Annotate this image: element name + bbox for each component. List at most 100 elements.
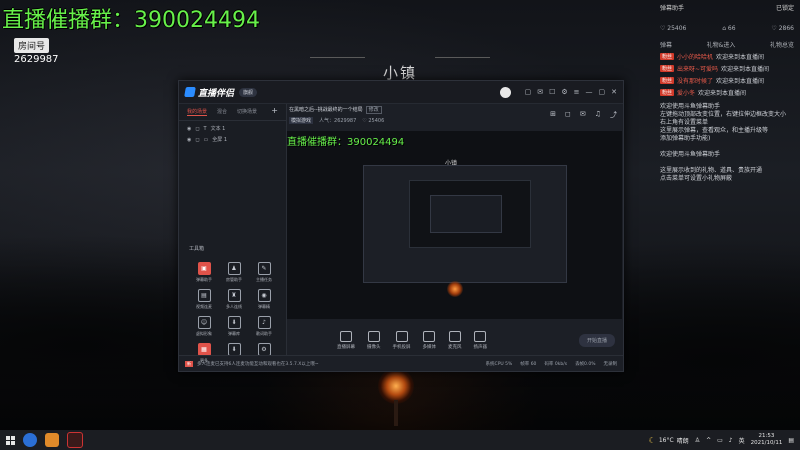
fan-badge: 粉丝 bbox=[660, 65, 675, 72]
tab-danmu[interactable]: 弹幕 bbox=[660, 40, 672, 49]
tab-switch-scene[interactable]: 切换场景 bbox=[237, 108, 257, 116]
mail-icon[interactable]: ✉ bbox=[537, 88, 543, 96]
chat-icon[interactable]: ▢ bbox=[525, 88, 532, 96]
eye-icon[interactable]: ◉ bbox=[187, 126, 191, 132]
record-icon: ◉ bbox=[257, 289, 271, 302]
category-pill[interactable]: 模拟游戏 bbox=[289, 117, 314, 124]
download-icon: ⬇ bbox=[227, 316, 241, 329]
danmu-panel-header[interactable]: 弹幕助手 已锁定 bbox=[654, 0, 800, 15]
tab-mix[interactable]: 混合 bbox=[217, 108, 227, 116]
tool-host-tasks[interactable]: ✎ 主播任务 bbox=[249, 262, 279, 283]
preview-group-overlay: 直播催播群：390024494 bbox=[287, 133, 404, 148]
app-icon[interactable] bbox=[45, 433, 59, 447]
status-message[interactable]: 多人连麦已支持6人连麦功能互动和观看也在3.5.7.X以上哦~ bbox=[197, 361, 319, 367]
task-icon: ✎ bbox=[257, 262, 271, 275]
tool-multi-connect[interactable]: ♜ 多人连线 bbox=[219, 289, 249, 310]
stat-fans: ♡ 2866 bbox=[771, 25, 794, 32]
scene-item[interactable]: ◉ ◻ T 文本 1 bbox=[179, 121, 286, 133]
add-scene-icon[interactable]: + bbox=[271, 107, 278, 116]
input-method[interactable]: 英 bbox=[739, 436, 745, 445]
video-icon: ▤ bbox=[197, 289, 211, 302]
avatar[interactable] bbox=[499, 86, 511, 98]
volume-icon[interactable]: ♪ bbox=[729, 437, 733, 444]
chevron-up-icon[interactable]: ^ bbox=[706, 437, 711, 444]
camera-button[interactable]: 摄像头 bbox=[367, 330, 381, 350]
scene-sidebar: 我的场景 混合 切换场景 + ◉ ◻ T 文本 1 ◉ ◻ ▭ 全屏 1 工具箱… bbox=[179, 104, 287, 363]
edit-title-button[interactable]: 修改 bbox=[365, 106, 382, 114]
gift-icon[interactable]: ⊞ bbox=[550, 110, 556, 120]
note-line: 左键拖动顶部改变位置，右键拉伸边框改变大小 bbox=[660, 111, 787, 118]
streaming-app-window[interactable]: 直播伴侣 旗舰 ▢ ✉ ☐ ⚙ ≡ — ▢ ✕ 我的场景 混合 切换场景 + ◉… bbox=[178, 80, 624, 372]
game-icon[interactable] bbox=[67, 432, 83, 448]
eye-icon[interactable]: ◉ bbox=[187, 137, 191, 143]
message-text: 欢迎来到本直播间 bbox=[698, 90, 747, 97]
room-number: 2629987 bbox=[14, 54, 59, 65]
screen-capture-button[interactable]: 直播屏幕 bbox=[337, 330, 355, 350]
feedback-icon[interactable]: ☐ bbox=[549, 88, 555, 96]
tool-lyrics[interactable]: ♪ 歌词助手 bbox=[249, 316, 279, 337]
bell-icon[interactable]: ♫ bbox=[595, 110, 601, 120]
metric-bitrate: 码率 0kb/s bbox=[544, 361, 568, 367]
message-user: 没有那时候了 bbox=[677, 78, 714, 85]
metric-fps: 帧率 60 bbox=[520, 361, 537, 367]
tool-danmu-helper[interactable]: ▣ 弹幕助手 bbox=[189, 262, 219, 283]
metric-record: 无录制 bbox=[603, 361, 618, 367]
fan-group-label: 直播催播群： bbox=[2, 8, 135, 33]
tab-my-scenes[interactable]: 我的场景 bbox=[187, 108, 208, 116]
tool-video-link[interactable]: ▤ 视频连麦 bbox=[189, 289, 219, 310]
note-line bbox=[660, 159, 794, 167]
scene-item[interactable]: ◉ ◻ ▭ 全屏 1 bbox=[179, 132, 286, 144]
media-icon bbox=[423, 330, 436, 342]
speaker-button[interactable]: 扬声器 bbox=[474, 330, 487, 350]
source-label: 多媒体 bbox=[422, 344, 437, 350]
danmu-helper-panel[interactable]: 弹幕助手 已锁定 ♡ 25406 ⌂ 66 ♡ 2866 弹幕 礼物&进入 礼物… bbox=[654, 0, 800, 430]
room-label: 房间号 bbox=[14, 38, 50, 53]
tool-danmu-elf[interactable]: ◉ 弹幕精 bbox=[249, 289, 279, 310]
version-badge[interactable]: 旗舰 bbox=[239, 87, 258, 97]
settings-icon[interactable]: ⚙ bbox=[561, 88, 567, 96]
tab-gifts-enter[interactable]: 礼物&进入 bbox=[707, 40, 736, 49]
toolbox-grid: ▣ 弹幕助手 ♟ 房管助手 ✎ 主播任务 ▤ 视频连麦 ♜ 多人连线 ◉ 弹幕精 ☺ 虚拟形象… bbox=[189, 262, 281, 364]
person-icon[interactable]: ♙ bbox=[695, 437, 700, 444]
fan-group-overlay: 直播催播群：390024494 bbox=[2, 2, 260, 34]
stream-preview[interactable]: 直播催播群：390024494 小镇 bbox=[287, 131, 622, 319]
monitor-icon bbox=[340, 330, 352, 342]
lock-icon[interactable]: ◻ bbox=[195, 137, 199, 143]
danmu-tabs[interactable]: 弹幕 礼物&进入 礼物总览 bbox=[654, 32, 800, 49]
windows-start-icon[interactable] bbox=[6, 435, 15, 445]
tab-gift-summary[interactable]: 礼物总览 bbox=[770, 40, 794, 49]
app-titlebar[interactable]: 直播伴侣 旗舰 ▢ ✉ ☐ ⚙ ≡ — ▢ ✕ bbox=[179, 81, 623, 104]
tool-room-manager[interactable]: ♟ 房管助手 bbox=[219, 262, 249, 283]
tool-danmu-library[interactable]: ⬇ 弹幕库 bbox=[219, 316, 249, 337]
weather-widget[interactable]: ☾ 16°C 晴朗 bbox=[649, 436, 689, 445]
network-icon[interactable]: ▭ bbox=[717, 437, 723, 444]
mail-icon[interactable]: ✉ bbox=[580, 110, 586, 120]
close-icon[interactable]: ✕ bbox=[611, 88, 617, 96]
share-icon[interactable]: ⤴ bbox=[610, 110, 617, 120]
room-title: 在黑暗之后--挑战最终的一个结局 bbox=[289, 107, 363, 113]
room-subinfo: 模拟游戏 人气：2629987 ♡ 25406 bbox=[289, 117, 384, 124]
microphone-button[interactable]: 麦克风 bbox=[448, 330, 462, 350]
tool-avatar[interactable]: ☺ 虚拟形象 bbox=[189, 316, 219, 337]
clock[interactable]: 21:53 2021/10/11 bbox=[751, 433, 783, 447]
lock-icon[interactable]: ◻ bbox=[195, 126, 199, 132]
start-live-button[interactable]: 开始直播 bbox=[578, 333, 615, 347]
notification-icon[interactable]: ▤ bbox=[788, 437, 794, 444]
system-tray: ☾ 16°C 晴朗 ♙ ^ ▭ ♪ 英 21:53 2021/10/11 ▤ bbox=[649, 433, 800, 447]
danmu-lock-toggle[interactable]: 已锁定 bbox=[776, 3, 794, 12]
camera-icon bbox=[367, 330, 380, 342]
lock-icon[interactable]: ◻ bbox=[565, 110, 571, 120]
message-user: 小小的哈哈机 bbox=[677, 54, 714, 61]
sidebar-tabs[interactable]: 我的场景 混合 切换场景 + bbox=[179, 104, 286, 121]
edge-icon[interactable] bbox=[23, 433, 37, 447]
danmu-message: 粉丝 爱小冬 欢迎来到本直播间 bbox=[654, 85, 800, 97]
media-button[interactable]: 多媒体 bbox=[422, 330, 437, 350]
minimize-icon[interactable]: — bbox=[586, 88, 593, 96]
menu-icon[interactable]: ≡ bbox=[574, 88, 580, 96]
source-label: 直播屏幕 bbox=[337, 344, 355, 350]
tool-label: 主播任务 bbox=[256, 277, 272, 282]
maximize-icon[interactable]: ▢ bbox=[599, 88, 606, 96]
phone-cast-button[interactable]: 手机投屏 bbox=[393, 330, 411, 350]
fan-badge: 粉丝 bbox=[660, 53, 675, 60]
stat-viewers: ⌂ 66 bbox=[722, 25, 736, 32]
